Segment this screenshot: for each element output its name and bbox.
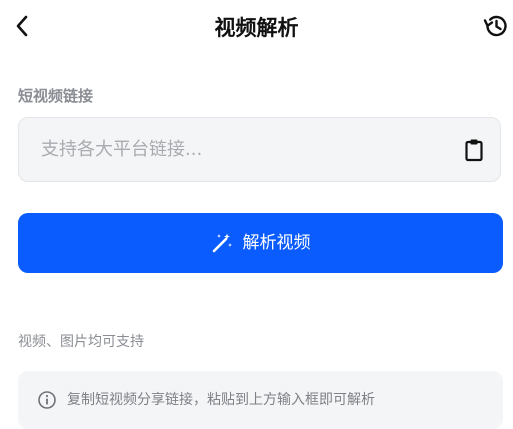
paste-button[interactable] <box>462 137 486 163</box>
clipboard-icon <box>465 139 483 162</box>
tip-box: 复制短视频分享链接，粘贴到上方输入框即可解析 <box>18 371 503 429</box>
header: 视频解析 <box>0 0 513 56</box>
video-parse-screen: 视频解析 短视频链接 解 <box>0 0 513 429</box>
history-button[interactable] <box>481 11 511 41</box>
info-icon <box>37 390 57 410</box>
magic-wand-icon <box>211 232 233 254</box>
history-icon <box>483 15 507 37</box>
tip-text: 复制短视频分享链接，粘贴到上方输入框即可解析 <box>67 392 375 408</box>
page-title: 视频解析 <box>214 16 299 40</box>
link-input-container <box>18 117 501 182</box>
link-input[interactable] <box>41 118 441 181</box>
parse-button-label: 解析视频 <box>242 233 311 253</box>
support-note: 视频、图片均可支持 <box>18 334 144 350</box>
link-section-label: 短视频链接 <box>18 87 94 105</box>
parse-video-button[interactable]: 解析视频 <box>18 213 503 273</box>
